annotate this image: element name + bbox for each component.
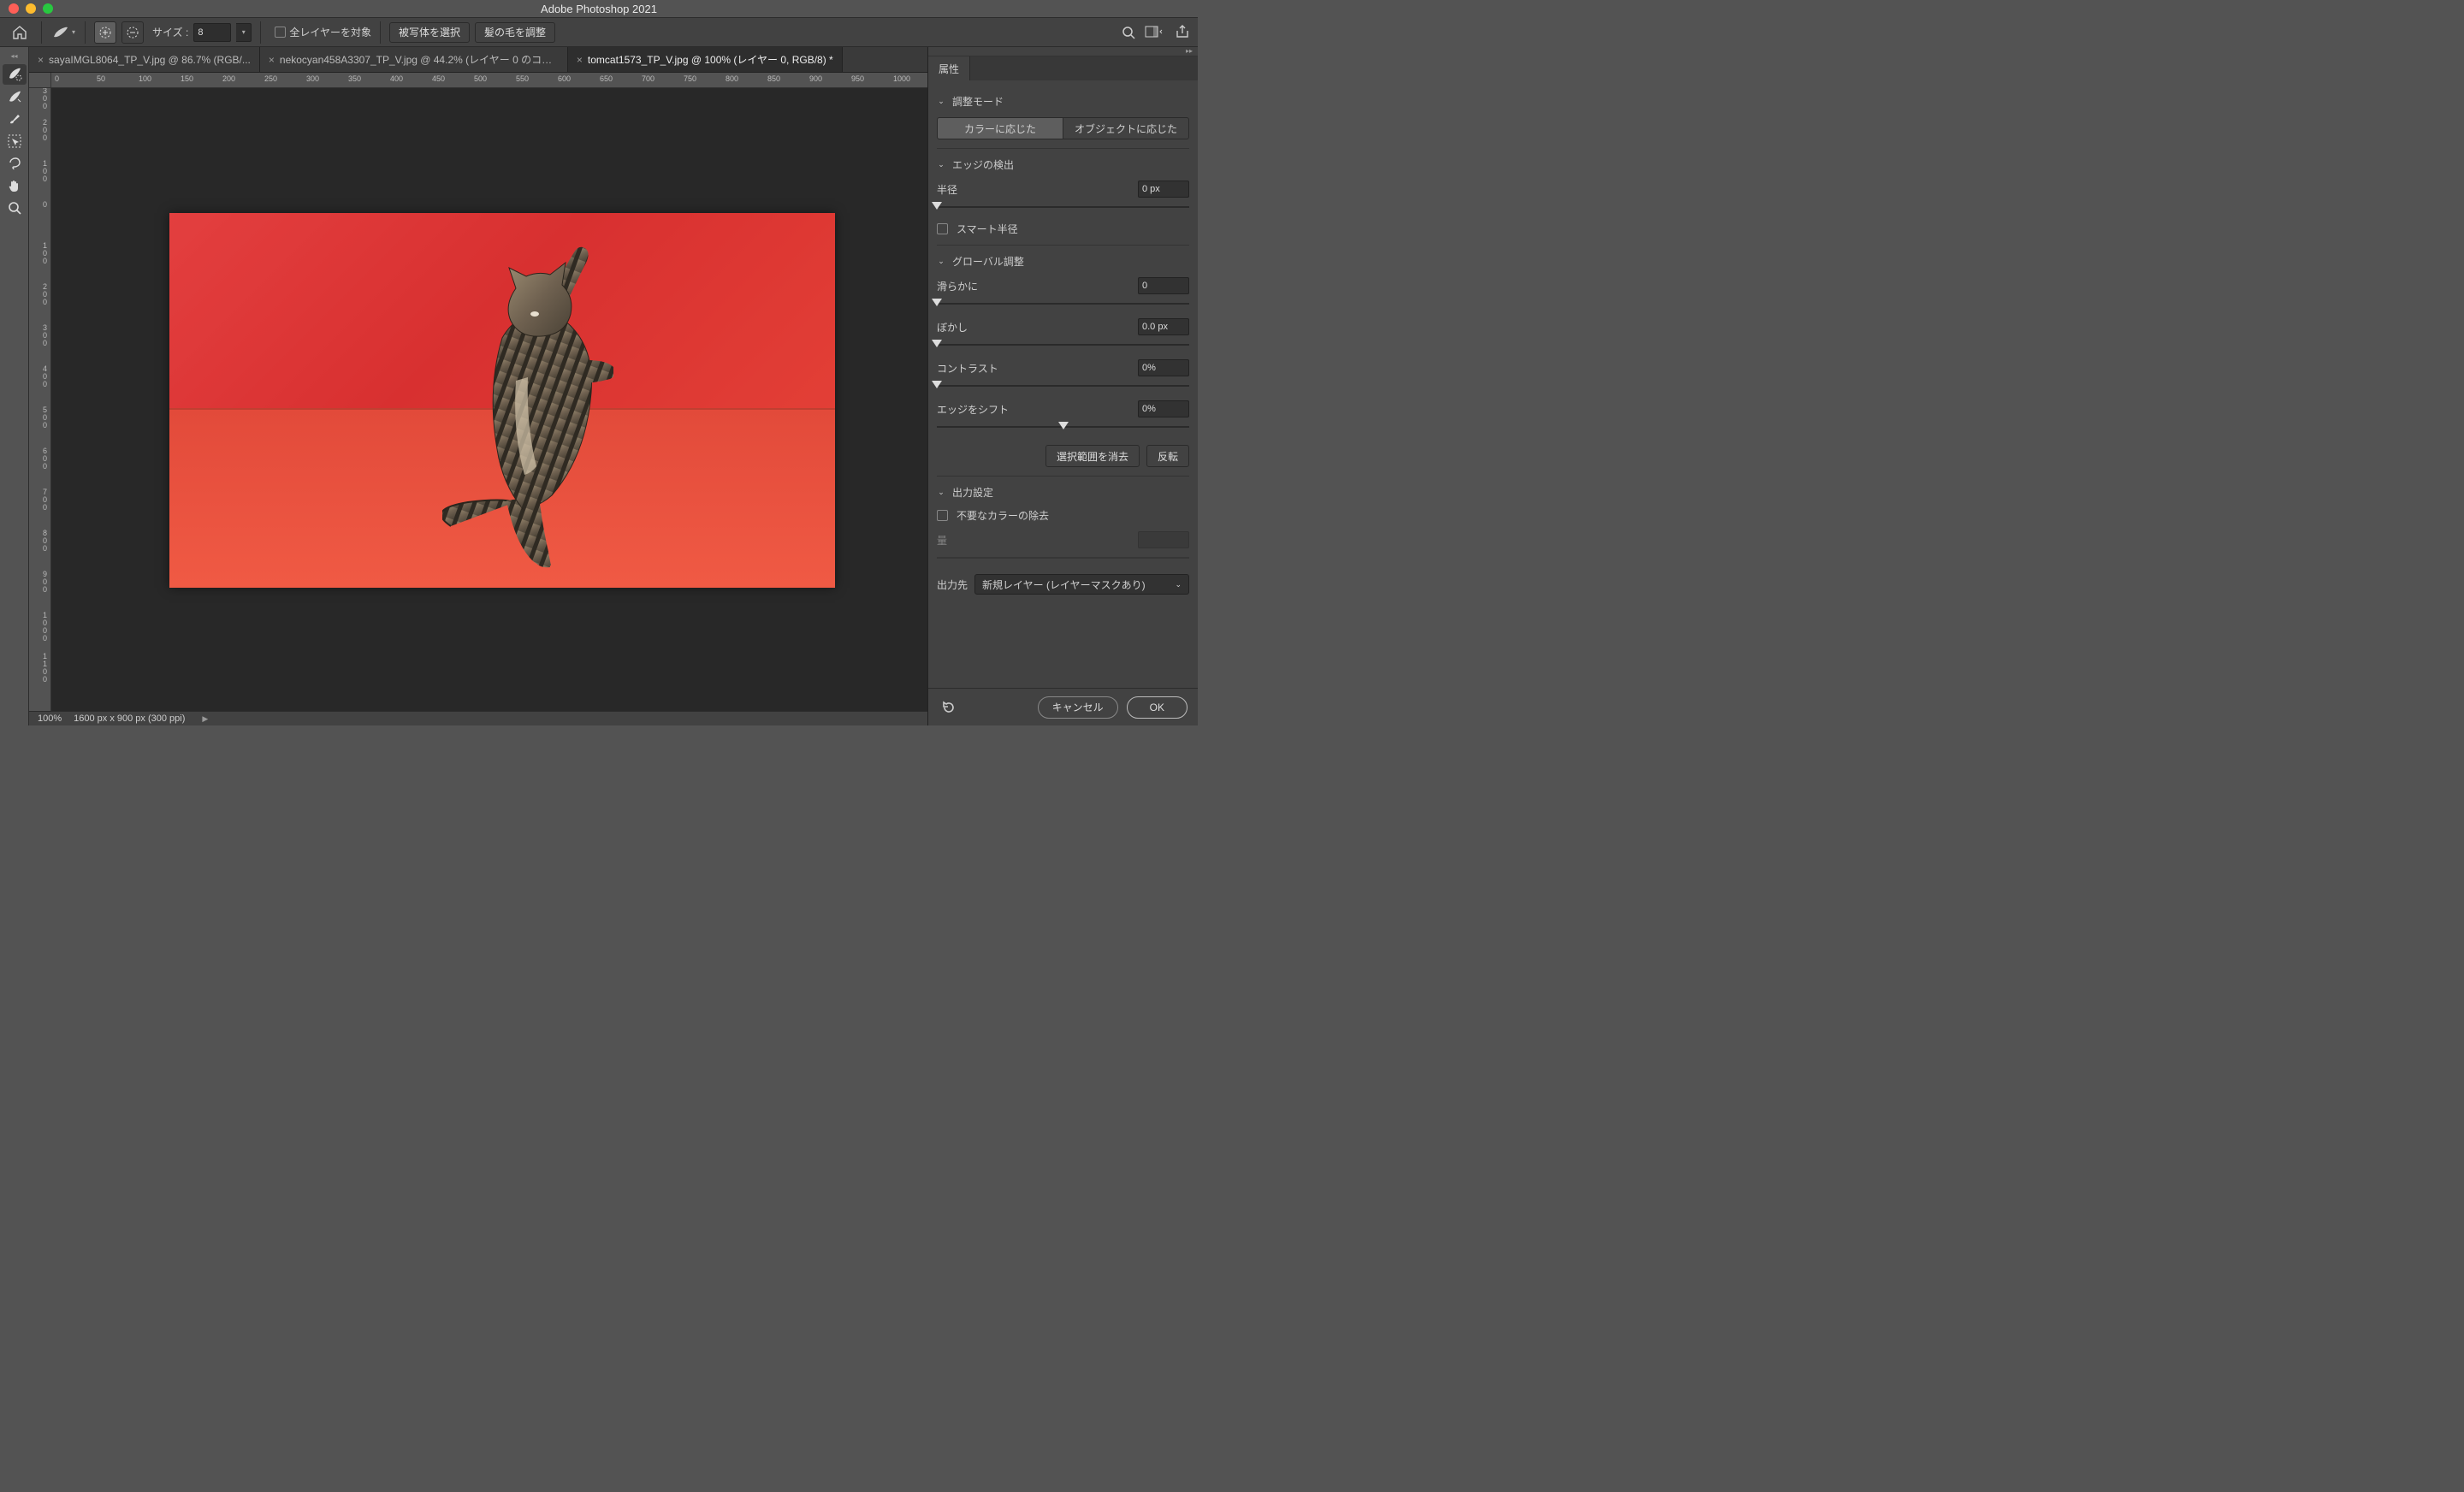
document-tab[interactable]: × tomcat1573_TP_V.jpg @ 100% (レイヤー 0, RG… — [568, 47, 843, 72]
image-subject-cat — [442, 235, 613, 577]
amount-slider — [937, 552, 1189, 564]
tool-preset-picker[interactable]: ▾ — [50, 21, 76, 44]
contrast-label: コントラスト — [937, 361, 998, 376]
lasso-tool[interactable] — [3, 153, 27, 174]
output-to-label: 出力先 — [937, 577, 968, 592]
section-edge-detection[interactable]: ⌄ エッジの検出 — [937, 157, 1189, 172]
contrast-slider[interactable] — [937, 380, 1189, 392]
share-icon[interactable] — [1176, 25, 1191, 40]
chevron-down-icon: ⌄ — [937, 488, 945, 497]
home-button[interactable] — [7, 21, 33, 44]
contrast-input[interactable] — [1138, 359, 1189, 376]
mode-color-aware-button[interactable]: カラーに応じた — [937, 117, 1063, 139]
decontaminate-colors-checkbox[interactable]: 不要なカラーの除去 — [937, 508, 1189, 523]
chevron-down-icon: ⌄ — [937, 161, 945, 169]
horizontal-ruler[interactable]: 0501001502002503003504004505005506006507… — [51, 73, 927, 88]
smooth-label: 滑らかに — [937, 279, 978, 293]
close-tab-icon[interactable]: × — [577, 54, 583, 66]
panel-collapse-icon[interactable]: ▸▸ — [928, 47, 1198, 56]
amount-label: 量 — [937, 533, 947, 548]
tools-panel: ◂◂ — [0, 47, 29, 725]
document-dimensions[interactable]: 1600 px x 900 px (300 ppi) — [74, 713, 185, 724]
chevron-down-icon: ⌄ — [1175, 580, 1182, 589]
select-subject-button[interactable]: 被写体を選択 — [389, 22, 470, 43]
cancel-button[interactable]: キャンセル — [1038, 696, 1118, 719]
radius-slider[interactable] — [937, 201, 1189, 213]
brush-tool[interactable] — [3, 109, 27, 129]
zoom-tool[interactable] — [3, 198, 27, 218]
ruler-origin[interactable] — [29, 73, 51, 88]
object-select-tool[interactable] — [3, 131, 27, 151]
app-title: Adobe Photoshop 2021 — [0, 3, 1198, 15]
reset-icon[interactable] — [939, 699, 959, 716]
output-to-select[interactable]: 新規レイヤー (レイヤーマスクあり) ⌄ — [974, 574, 1189, 595]
options-bar: ▾ サイズ : ▾ 全レイヤーを対象 被写体を選択 髪の毛を調整 — [0, 17, 1198, 47]
chevron-down-icon: ⌄ — [937, 98, 945, 106]
workspace-switcher-icon[interactable] — [1145, 25, 1167, 40]
document-tab[interactable]: × sayaIMGL8064_TP_V.jpg @ 86.7% (RGB/... — [29, 47, 260, 72]
shift-edge-input[interactable] — [1138, 400, 1189, 417]
ok-button[interactable]: OK — [1127, 696, 1188, 719]
mode-object-aware-button[interactable]: オブジェクトに応じた — [1063, 117, 1189, 139]
close-tab-icon[interactable]: × — [38, 54, 44, 66]
quick-select-tool[interactable] — [3, 64, 27, 85]
brush-size-input[interactable] — [193, 23, 231, 42]
smooth-slider[interactable] — [937, 298, 1189, 310]
smart-radius-checkbox[interactable]: スマート半径 — [937, 222, 1189, 236]
radius-input[interactable] — [1138, 181, 1189, 198]
sample-all-layers-checkbox[interactable]: 全レイヤーを対象 — [275, 25, 371, 39]
clear-selection-button[interactable]: 選択範囲を消去 — [1045, 445, 1140, 467]
refine-hair-button[interactable]: 髪の毛を調整 — [475, 22, 555, 43]
status-menu-icon[interactable]: ▶ — [202, 714, 208, 724]
document-tab[interactable]: × nekocyan458A3307_TP_V.jpg @ 44.2% (レイヤ… — [260, 47, 568, 72]
subtract-mode-button[interactable] — [121, 21, 144, 44]
vertical-ruler[interactable]: 3002001000100200300400500600700800900100… — [29, 88, 51, 711]
shift-edge-slider[interactable] — [937, 421, 1189, 433]
properties-panel: ▸▸ 属性 ⌄ 調整モード カラーに応じた オブジェクトに応じた ⌄ エッジの検… — [927, 47, 1198, 725]
status-bar: 100% 1600 px x 900 px (300 ppi) ▶ — [29, 711, 927, 725]
add-mode-button[interactable] — [94, 21, 116, 44]
amount-input — [1138, 531, 1189, 548]
radius-label: 半径 — [937, 182, 957, 197]
section-global-refinements[interactable]: ⌄ グローバル調整 — [937, 254, 1189, 269]
chevron-down-icon: ⌄ — [937, 258, 945, 266]
search-icon[interactable] — [1121, 25, 1136, 40]
invert-button[interactable]: 反転 — [1146, 445, 1189, 467]
brush-size-dropdown[interactable]: ▾ — [236, 23, 252, 42]
document-canvas[interactable] — [169, 213, 835, 588]
toolbar-collapse-icon[interactable]: ◂◂ — [9, 52, 20, 60]
shift-edge-label: エッジをシフト — [937, 402, 1009, 417]
close-tab-icon[interactable]: × — [269, 54, 275, 66]
feather-input[interactable] — [1138, 318, 1189, 335]
canvas-area[interactable] — [51, 88, 927, 711]
section-view-mode[interactable]: ⌄ 調整モード — [937, 94, 1189, 109]
size-label: サイズ : — [152, 25, 188, 39]
titlebar: Adobe Photoshop 2021 — [0, 0, 1198, 17]
feather-slider[interactable] — [937, 339, 1189, 351]
hand-tool[interactable] — [3, 175, 27, 196]
document-tabs: × sayaIMGL8064_TP_V.jpg @ 86.7% (RGB/...… — [29, 47, 927, 73]
properties-tab[interactable]: 属性 — [928, 56, 970, 80]
smooth-input[interactable] — [1138, 277, 1189, 294]
zoom-level[interactable]: 100% — [38, 713, 62, 724]
refine-edge-brush-tool[interactable] — [3, 86, 27, 107]
feather-label: ぼかし — [937, 320, 968, 335]
section-output-settings[interactable]: ⌄ 出力設定 — [937, 485, 1189, 500]
